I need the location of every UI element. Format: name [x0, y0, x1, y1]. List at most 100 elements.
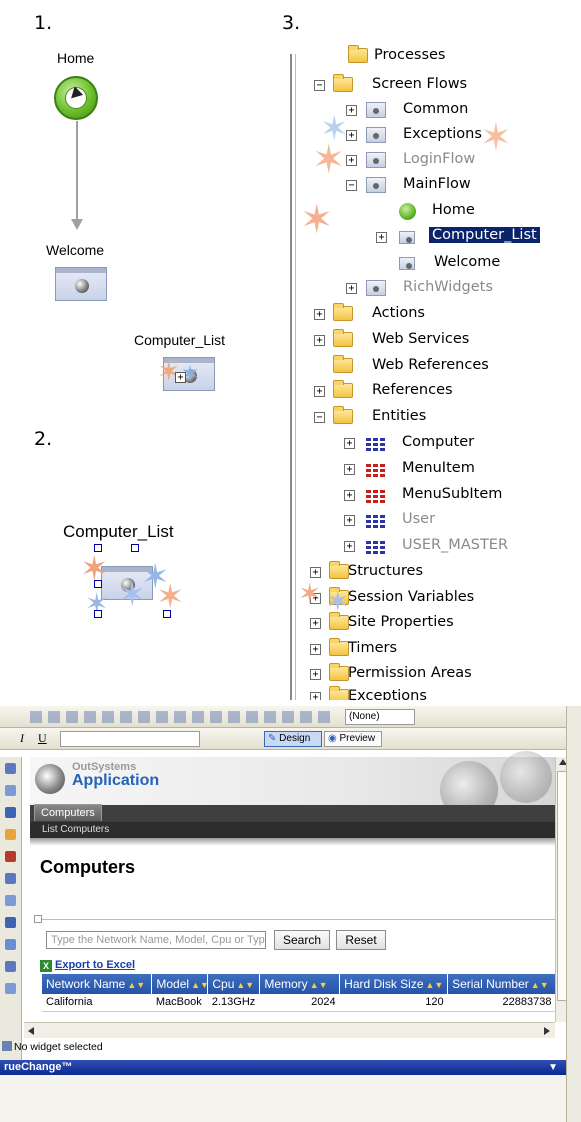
home-start-node-icon[interactable]: [54, 76, 98, 120]
expand-toggle-icon[interactable]: +: [175, 372, 186, 383]
column-header[interactable]: Network Name ▲▼: [42, 974, 153, 994]
scroll-left-arrow-icon[interactable]: [28, 1027, 34, 1035]
toolbox-icon[interactable]: [5, 983, 16, 994]
tree-item-screen-flows[interactable]: − Screen Flows: [310, 74, 570, 98]
collapse-toggle-icon[interactable]: −: [314, 80, 325, 91]
toolbox-icon[interactable]: [5, 807, 16, 818]
font-select[interactable]: [60, 731, 200, 747]
tree-label: Session Variables: [348, 589, 475, 605]
toolbox-icon[interactable]: [5, 895, 16, 906]
welcome-screen-icon[interactable]: [55, 267, 107, 301]
tree-item-common[interactable]: + Common: [310, 99, 570, 123]
expand-toggle-icon[interactable]: +: [310, 669, 321, 680]
selection-handle[interactable]: [94, 580, 102, 588]
expand-toggle-icon[interactable]: +: [344, 438, 355, 449]
tree-item-exceptions-folder[interactable]: + Exceptions: [306, 686, 570, 700]
outsystems-logo-icon: [35, 764, 65, 794]
horizontal-scrollbar[interactable]: [24, 1022, 555, 1038]
tree-item-actions[interactable]: + Actions: [310, 303, 570, 327]
expand-toggle-icon[interactable]: +: [344, 515, 355, 526]
collapse-toggle-icon[interactable]: −: [346, 180, 357, 191]
toolbox-icon[interactable]: [5, 917, 16, 928]
expand-toggle-icon[interactable]: +: [310, 618, 321, 629]
sort-icon[interactable]: ▲▼: [127, 980, 145, 990]
brand-application: Application: [72, 772, 160, 789]
sort-icon[interactable]: ▲▼: [236, 980, 254, 990]
collapse-toggle-icon[interactable]: −: [314, 412, 325, 423]
column-header[interactable]: Serial Number ▲▼: [447, 974, 556, 994]
tree-item-computer-list[interactable]: + Computer_List: [310, 226, 570, 250]
search-input[interactable]: Type the Network Name, Model, Cpu or Typ…: [46, 931, 266, 949]
tree-item-timers[interactable]: + Timers: [306, 638, 570, 662]
tree-item-menuitem[interactable]: + MenuItem: [310, 458, 570, 482]
toolbox-icon[interactable]: [5, 851, 16, 862]
selection-handle[interactable]: [163, 610, 171, 618]
column-header[interactable]: Hard Disk Size ▲▼: [339, 974, 449, 994]
selection-handle[interactable]: [131, 544, 139, 552]
column-header[interactable]: Cpu ▲▼: [207, 974, 261, 994]
tree-item-computer[interactable]: + Computer: [310, 432, 570, 456]
sort-icon[interactable]: ▲▼: [531, 980, 549, 990]
flow-icon: [366, 152, 386, 168]
export-to-excel-link[interactable]: Export to Excel: [55, 959, 135, 971]
toolbox-icon[interactable]: [5, 763, 16, 774]
expand-toggle-icon[interactable]: +: [346, 155, 357, 166]
design-toggle-button[interactable]: ✎ Design: [264, 731, 322, 747]
expand-toggle-icon[interactable]: +: [344, 464, 355, 475]
sort-icon[interactable]: ▲▼: [310, 980, 328, 990]
column-header[interactable]: Memory ▲▼: [259, 974, 341, 994]
panel-dropdown-icon[interactable]: ▼: [548, 1060, 558, 1075]
expand-toggle-icon[interactable]: +: [376, 232, 387, 243]
style-select[interactable]: (None): [345, 709, 415, 725]
preview-toggle-button[interactable]: ◉ Preview: [324, 731, 382, 747]
toolbox-icon[interactable]: [5, 785, 16, 796]
entity-icon: [366, 513, 386, 528]
tree-item-web-services[interactable]: + Web Services: [310, 329, 570, 353]
sort-icon[interactable]: ▲▼: [191, 980, 209, 990]
expand-toggle-icon[interactable]: +: [344, 490, 355, 501]
expand-toggle-icon[interactable]: +: [310, 644, 321, 655]
tree-item-richwidgets[interactable]: + RichWidgets: [310, 277, 570, 301]
scroll-right-arrow-icon[interactable]: [544, 1027, 550, 1035]
tree-item-exceptions[interactable]: + Exceptions: [310, 124, 570, 148]
expand-toggle-icon[interactable]: +: [346, 283, 357, 294]
table-cell: 22883738: [447, 994, 556, 1012]
tree-item-menusubitem[interactable]: + MenuSubItem: [310, 484, 570, 508]
star-icon: ✶: [118, 575, 147, 615]
column-header[interactable]: Model ▲▼: [151, 974, 209, 994]
toolbox-icon[interactable]: [5, 873, 16, 884]
expand-toggle-icon[interactable]: +: [314, 309, 325, 320]
tree-item-entities[interactable]: − Entities: [310, 406, 570, 430]
toolbox-icon[interactable]: [5, 939, 16, 950]
table-row[interactable]: California MacBook 2.13GHz 2024 120 2288…: [42, 994, 556, 1012]
tab-computers[interactable]: Computers: [34, 804, 102, 821]
toolbox-icon[interactable]: [5, 961, 16, 972]
tree-item-loginflow[interactable]: + LoginFlow: [310, 149, 570, 173]
italic-button[interactable]: I: [20, 731, 24, 746]
tree-item-web-references[interactable]: Web References: [310, 355, 570, 379]
expand-toggle-icon[interactable]: +: [314, 386, 325, 397]
expand-toggle-icon[interactable]: +: [314, 335, 325, 346]
tree-item-permission-areas[interactable]: + Permission Areas: [306, 663, 570, 687]
underline-button[interactable]: U: [38, 731, 47, 746]
tree-item-user-master[interactable]: + USER_MASTER: [310, 535, 570, 559]
tree-item-processes[interactable]: Processes: [310, 45, 570, 69]
toolbox-icon[interactable]: [5, 829, 16, 840]
truechange-panel-header[interactable]: rueChange™ ▼: [0, 1060, 566, 1075]
expand-toggle-icon[interactable]: +: [310, 692, 321, 700]
reset-button[interactable]: Reset: [336, 930, 386, 950]
breadcrumb[interactable]: List Computers: [42, 824, 109, 835]
tree-item-references[interactable]: + References: [310, 380, 570, 404]
expand-toggle-icon[interactable]: +: [344, 541, 355, 552]
tree-item-user[interactable]: + User: [310, 509, 570, 533]
selection-handle[interactable]: [94, 544, 102, 552]
search-button[interactable]: Search: [274, 930, 330, 950]
excel-icon: X: [40, 960, 52, 972]
tree-item-welcome[interactable]: Welcome: [310, 252, 570, 276]
tree-item-mainflow[interactable]: − MainFlow: [310, 174, 570, 198]
container-handle[interactable]: [34, 915, 42, 923]
tree-item-home[interactable]: Home: [310, 200, 570, 224]
sort-icon[interactable]: ▲▼: [426, 980, 444, 990]
selection-handle[interactable]: [94, 610, 102, 618]
tree-item-structures[interactable]: + Structures: [306, 561, 570, 585]
